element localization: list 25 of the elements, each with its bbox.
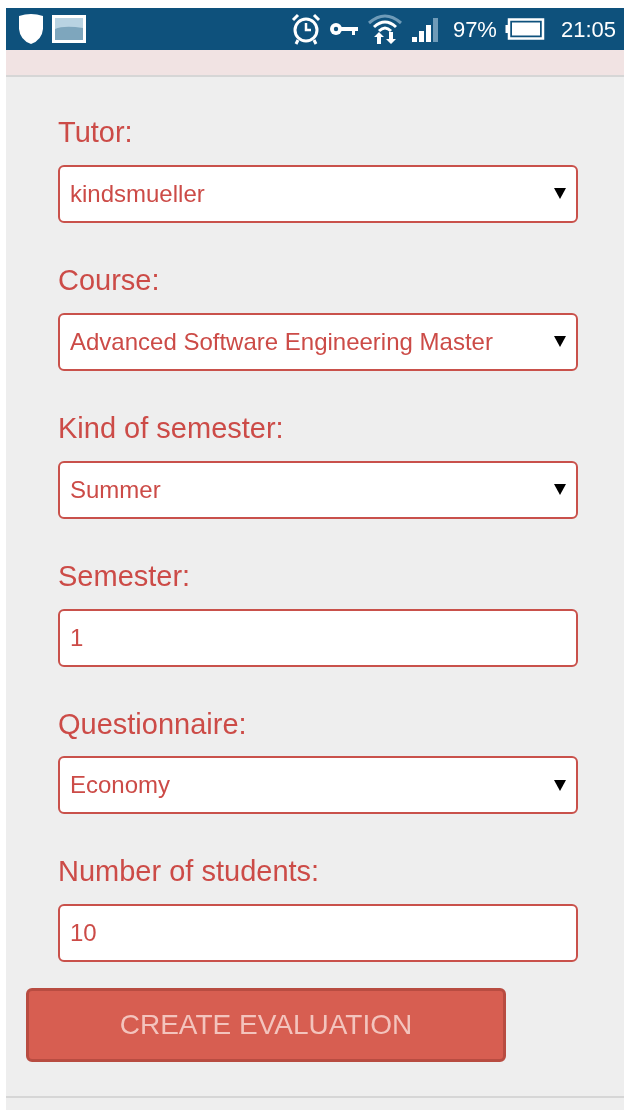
field-label: Questionnaire: (58, 708, 247, 741)
alarm-clock-icon (290, 13, 321, 45)
key-icon (328, 20, 359, 38)
dropdown-arrow-icon (554, 779, 566, 791)
field-label: Kind of semester: (58, 412, 284, 445)
field-label: Course: (58, 264, 160, 297)
dropdown-field[interactable]: Summer (58, 460, 578, 519)
dropdown-arrow-icon (554, 336, 566, 348)
dropdown-arrow-icon (554, 484, 566, 496)
wifi-icon (366, 13, 403, 45)
dropdown-field[interactable]: kindsmueller (58, 164, 578, 223)
dropdown-field[interactable]: Economy (58, 756, 578, 815)
field-label: Semester: (58, 560, 191, 593)
clock-time: 21:05 (560, 15, 616, 44)
image-icon (52, 15, 86, 43)
dropdown-field[interactable]: Advanced Software Engineering Master (58, 312, 578, 371)
field-label: Tutor: (58, 117, 133, 149)
dropdown-arrow-icon (554, 188, 566, 200)
shield-icon (18, 13, 44, 45)
create-evaluation-button[interactable]: CREATE EVALUATION (26, 988, 506, 1063)
input-field[interactable]: 1 (58, 608, 578, 667)
battery-icon (504, 18, 545, 40)
input-field[interactable]: 10 (58, 904, 578, 963)
field-label: Number of students: (58, 856, 320, 889)
battery-percent: 97% (452, 15, 497, 44)
